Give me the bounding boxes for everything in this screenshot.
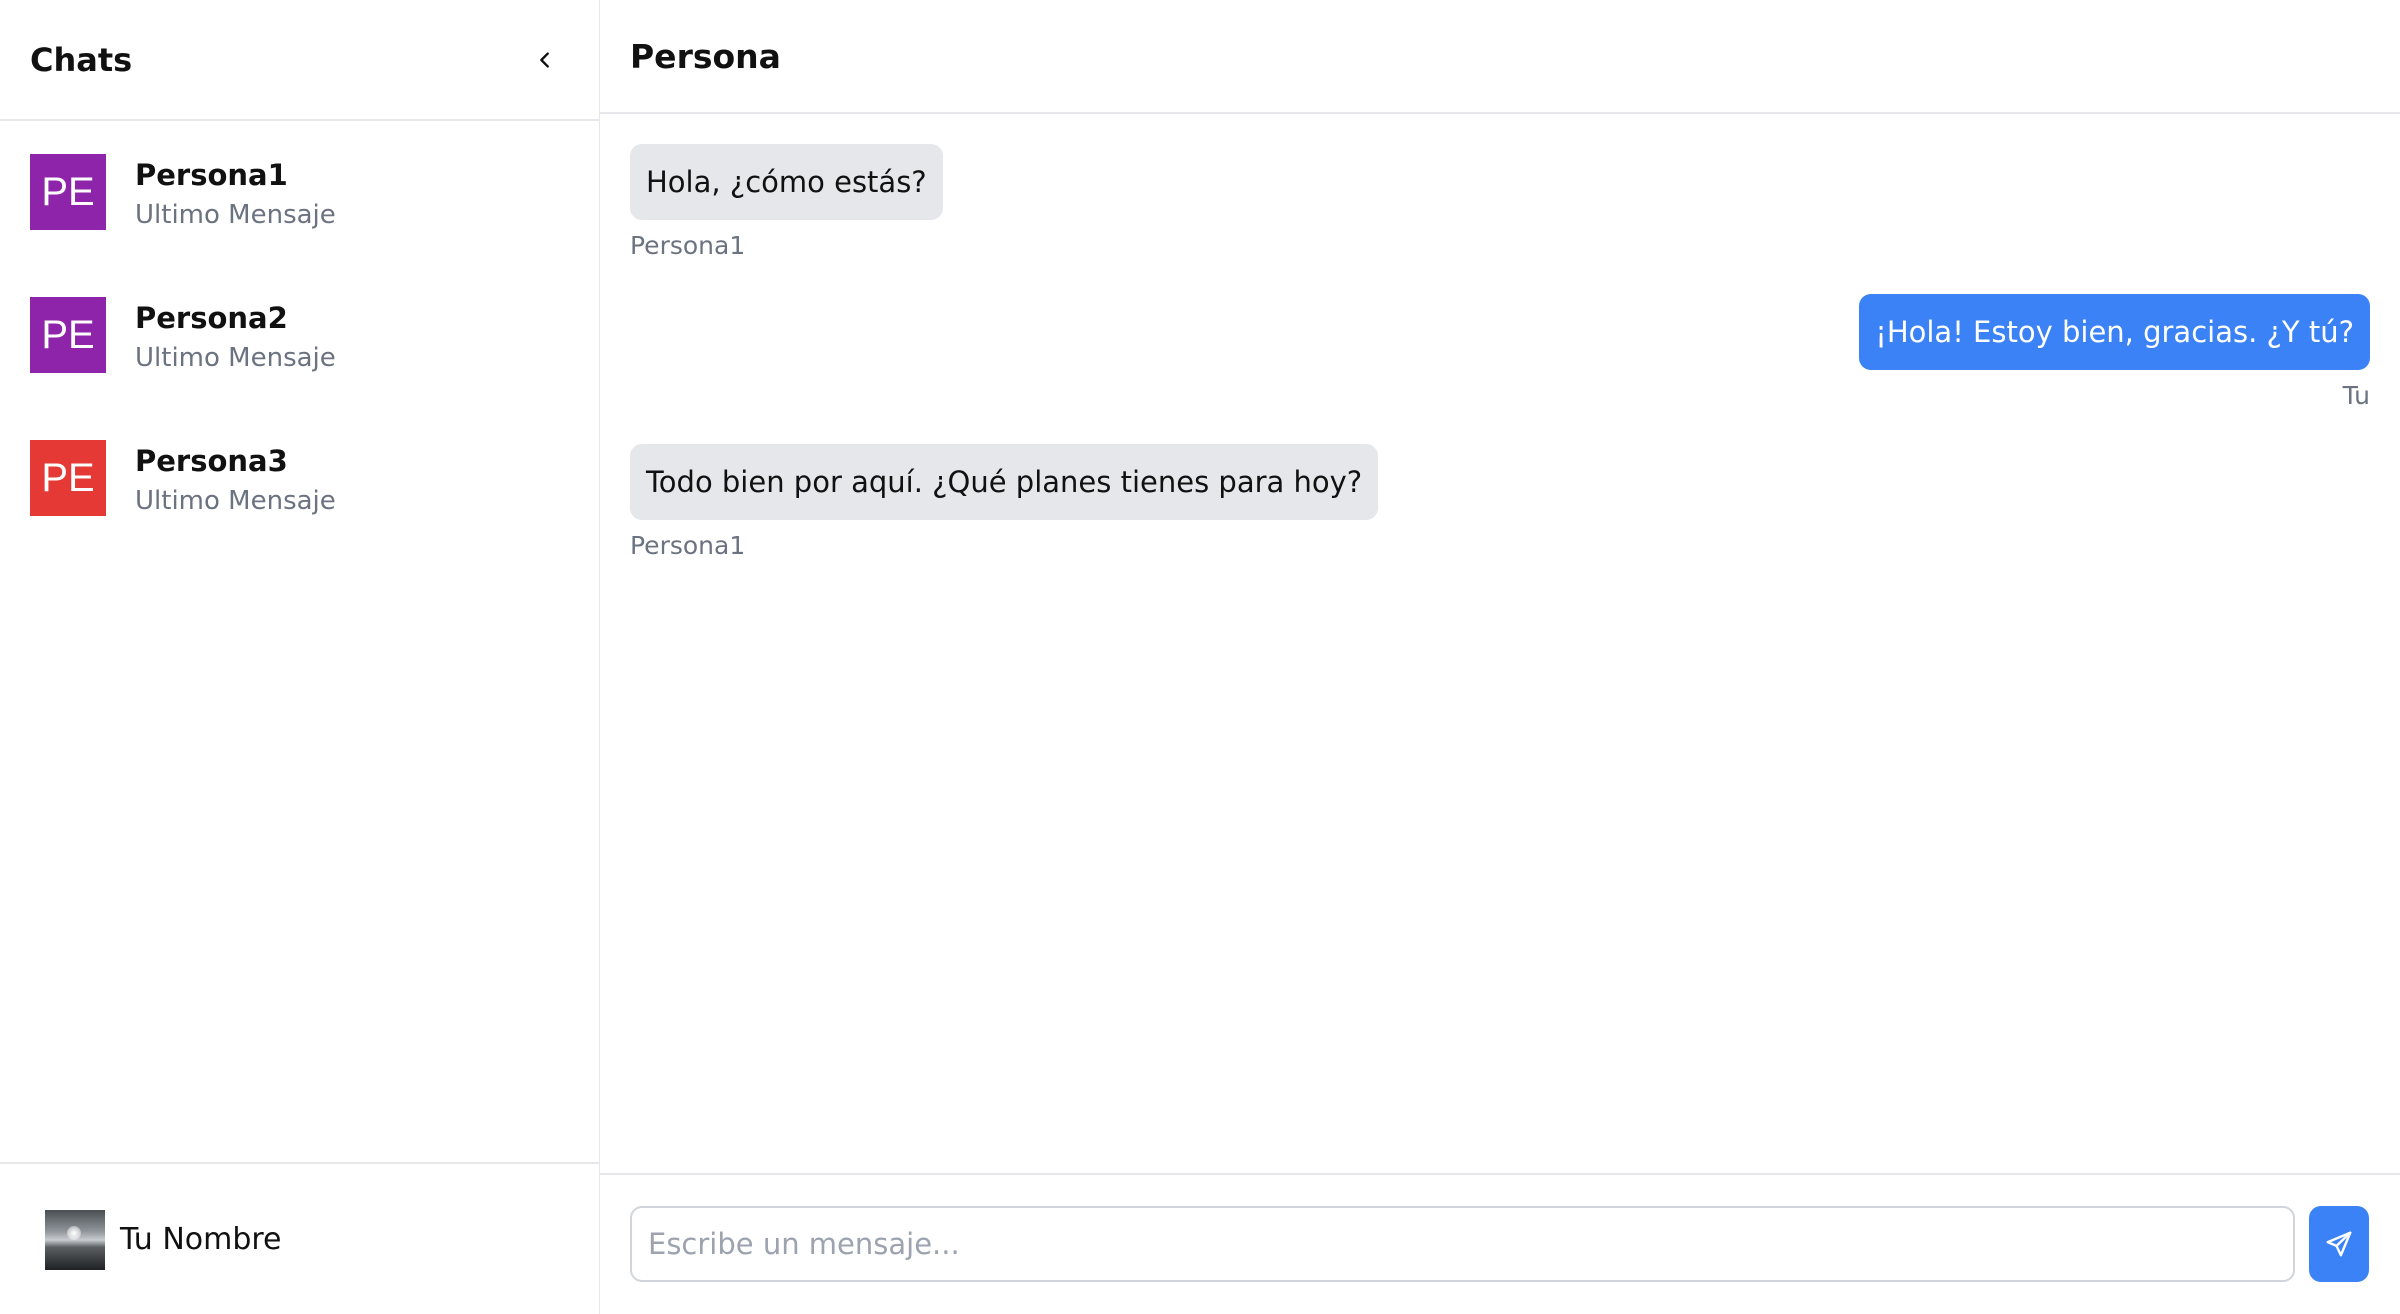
avatar: PE xyxy=(30,154,106,230)
sidebar: Chats PE Persona1 Ultimo Mensaje PE Pers… xyxy=(0,0,600,1314)
message-sender: Tu xyxy=(2342,381,2370,410)
chat-name: Persona1 xyxy=(135,158,288,192)
message-bubble: Hola, ¿cómo estás? xyxy=(630,144,943,220)
chevron-left-icon xyxy=(540,51,549,68)
message-sender: Persona1 xyxy=(630,531,746,560)
collapse-sidebar-button[interactable] xyxy=(521,36,569,84)
chat-name: Persona3 xyxy=(135,444,288,478)
avatar: PE xyxy=(30,440,106,516)
send-icon xyxy=(2326,1231,2352,1257)
conversation-title: Persona xyxy=(630,36,781,76)
message-bubble: Todo bien por aquí. ¿Qué planes tienes p… xyxy=(630,444,1379,520)
conversation-panel: Persona Hola, ¿cómo estás? Persona1 ¡Hol… xyxy=(600,0,2400,1314)
current-user[interactable]: Tu Nombre xyxy=(0,1162,600,1314)
chat-last-message: Ultimo Mensaje xyxy=(135,200,336,230)
send-button[interactable] xyxy=(2309,1206,2369,1282)
chat-item-persona3[interactable]: PE Persona3 Ultimo Mensaje xyxy=(0,440,599,583)
chat-name: Persona2 xyxy=(135,301,288,335)
message-bubble: ¡Hola! Estoy bien, gracias. ¿Y tú? xyxy=(1859,294,2370,370)
message-composer xyxy=(600,1173,2400,1314)
chat-item-persona1[interactable]: PE Persona1 Ultimo Mensaje xyxy=(0,154,599,297)
chat-app: Chats PE Persona1 Ultimo Mensaje PE Pers… xyxy=(0,0,2400,1314)
sidebar-title: Chats xyxy=(30,40,133,79)
conversation-header: Persona xyxy=(600,0,2400,114)
chat-list: PE Persona1 Ultimo Mensaje PE Persona2 U… xyxy=(0,121,599,583)
message-incoming: Todo bien por aquí. ¿Qué planes tienes p… xyxy=(630,444,1379,560)
chat-item-persona2[interactable]: PE Persona2 Ultimo Mensaje xyxy=(0,297,599,440)
user-name: Tu Nombre xyxy=(120,1222,282,1257)
message-input[interactable] xyxy=(630,1206,2295,1282)
sidebar-header: Chats xyxy=(0,0,599,121)
chat-last-message: Ultimo Mensaje xyxy=(135,343,336,373)
message-incoming: Hola, ¿cómo estás? Persona1 xyxy=(630,144,943,260)
avatar: PE xyxy=(30,297,106,373)
user-avatar xyxy=(45,1210,105,1270)
chat-last-message: Ultimo Mensaje xyxy=(135,486,336,516)
message-sender: Persona1 xyxy=(630,231,746,260)
message-outgoing: ¡Hola! Estoy bien, gracias. ¿Y tú? Tu xyxy=(1859,294,2370,410)
